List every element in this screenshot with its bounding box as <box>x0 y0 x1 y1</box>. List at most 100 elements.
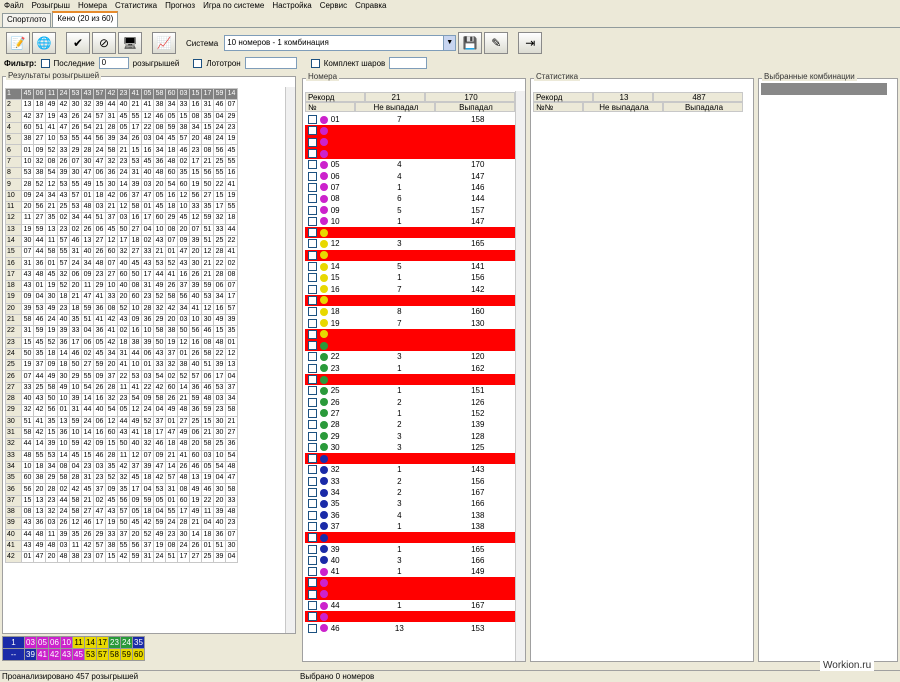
table-row[interactable]: 41 43 49 48 03 11 42 57 38 55 56 37 19 08 24 26 01 51 30 <box>5 539 238 553</box>
number-checkbox[interactable] <box>308 171 317 181</box>
table-row[interactable]: 9 28 52 12 53 55 49 15 30 14 39 03 20 54 60 19 50 22 41 <box>5 178 238 191</box>
table-row[interactable]: 12 11 27 35 02 34 44 51 37 03 16 17 60 29 45 12 59 32 18 <box>5 212 238 225</box>
list-item[interactable]: 43 0 170 <box>305 588 517 600</box>
number-checkbox[interactable] <box>308 273 317 283</box>
list-item[interactable]: 11 0 158 <box>305 227 517 239</box>
number-checkbox[interactable] <box>308 612 317 622</box>
number-checkbox[interactable] <box>308 126 317 136</box>
list-item[interactable]: 23 1 162 <box>305 363 517 374</box>
menu-item[interactable]: Справка <box>355 0 386 12</box>
table-row[interactable]: 33 48 55 53 14 45 15 46 28 11 12 07 09 21 41 60 03 10 54 <box>5 449 238 462</box>
table-row[interactable]: 8 53 38 54 39 30 47 06 36 24 31 40 48 60 35 15 56 55 16 <box>5 167 238 180</box>
number-checkbox[interactable] <box>308 250 317 260</box>
list-item[interactable]: 01 7 158 <box>305 114 517 125</box>
number-checkbox[interactable] <box>308 567 317 577</box>
balls-checkbox[interactable] <box>310 58 320 68</box>
list-item[interactable]: 31 0 142 <box>305 453 517 465</box>
number-checkbox[interactable] <box>308 544 317 554</box>
number-checkbox[interactable] <box>308 295 317 305</box>
table-row[interactable]: 24 50 35 18 14 46 02 45 34 31 44 06 43 37 01 26 58 22 12 <box>5 347 238 361</box>
stats-col-num[interactable]: №№ <box>533 102 583 112</box>
menu-item[interactable]: Сервис <box>320 0 347 12</box>
computer-icon[interactable]: 🖥 <box>118 32 142 54</box>
notepad-icon[interactable]: 📝 <box>6 32 30 54</box>
list-item[interactable]: 21 0 160 <box>305 340 517 352</box>
number-checkbox[interactable] <box>308 442 317 452</box>
list-item[interactable]: 09 5 157 <box>305 204 517 215</box>
list-item[interactable]: 40 3 166 <box>305 555 517 566</box>
number-checkbox[interactable] <box>308 601 317 611</box>
number-checkbox[interactable] <box>308 115 317 125</box>
table-row[interactable]: 22 31 59 19 39 33 04 36 41 02 16 10 58 38 50 56 46 15 35 <box>5 325 238 338</box>
list-item[interactable]: 04 0 166 <box>305 147 517 160</box>
stats-col-b[interactable]: Выпадала <box>663 102 743 112</box>
list-item[interactable]: 27 1 152 <box>305 408 517 419</box>
table-row[interactable]: 25 19 37 09 18 50 27 59 20 41 10 01 33 32 38 40 51 39 13 <box>5 359 238 372</box>
number-checkbox[interactable] <box>308 137 317 147</box>
list-item[interactable]: 25 1 151 <box>305 385 517 396</box>
table-row[interactable]: 10 09 24 34 43 57 01 18 42 06 37 47 05 16 12 56 27 15 19 <box>5 189 238 202</box>
list-item[interactable]: 19 7 130 <box>305 317 517 328</box>
number-checkbox[interactable] <box>308 454 317 464</box>
list-item[interactable]: 28 2 139 <box>305 419 517 430</box>
table-row[interactable]: 6 01 09 52 33 29 28 24 58 21 15 16 34 18 46 23 08 56 45 <box>5 144 238 157</box>
list-item[interactable]: 08 6 144 <box>305 193 517 204</box>
number-checkbox[interactable] <box>308 499 317 509</box>
col-a[interactable]: Не выпадал <box>355 102 435 112</box>
list-item[interactable]: 41 1 149 <box>305 566 517 577</box>
last-input[interactable]: 0 <box>98 57 129 69</box>
number-checkbox[interactable] <box>308 239 317 249</box>
number-checkbox[interactable] <box>308 589 317 599</box>
list-item[interactable]: 17 0 150 <box>305 294 517 307</box>
number-checkbox[interactable] <box>308 228 317 238</box>
list-item[interactable]: 33 2 156 <box>305 476 517 487</box>
number-checkbox[interactable] <box>308 307 317 317</box>
list-item[interactable]: 12 3 165 <box>305 238 517 249</box>
table-row[interactable]: 17 43 48 45 32 06 09 23 27 60 50 17 44 41 16 26 21 28 08 <box>5 268 238 282</box>
table-row[interactable]: 21 58 46 24 40 35 51 41 42 43 09 36 29 20 03 10 30 49 39 <box>5 313 238 327</box>
list-item[interactable]: 39 1 165 <box>305 543 517 554</box>
menu-item[interactable]: Настройка <box>272 0 311 12</box>
table-row[interactable]: 14 30 44 11 57 46 13 27 12 17 18 02 43 07 09 39 51 25 22 <box>5 234 238 248</box>
table-row[interactable]: 30 51 41 35 13 59 24 06 12 44 49 52 37 01 27 25 15 30 21 <box>5 415 238 428</box>
number-checkbox[interactable] <box>308 205 317 215</box>
table-row[interactable]: 29 32 42 56 01 31 44 40 54 05 12 24 04 49 48 36 59 23 58 <box>5 404 238 417</box>
number-checkbox[interactable] <box>308 623 317 633</box>
table-row[interactable]: 5 38 27 10 53 55 44 56 39 34 26 03 04 45 57 20 48 24 19 <box>5 133 238 146</box>
table-row[interactable]: 15 07 44 58 55 31 40 26 60 32 27 33 21 01 47 20 12 28 41 <box>5 246 238 259</box>
menu-item[interactable]: Файл <box>4 0 24 12</box>
table-row[interactable]: 16 31 36 01 57 24 34 48 07 40 45 43 53 52 43 30 21 22 02 <box>5 257 238 270</box>
number-checkbox[interactable] <box>308 465 317 475</box>
check-icon[interactable]: ✔ <box>66 32 90 54</box>
table-row[interactable]: 34 10 18 34 08 04 23 03 35 42 37 39 47 14 26 46 05 54 48 <box>5 460 238 474</box>
globe-icon[interactable]: 🌐 <box>32 32 56 54</box>
number-checkbox[interactable] <box>308 262 317 272</box>
table-row[interactable]: 40 44 48 11 39 35 26 29 33 37 20 52 49 23 30 14 18 36 07 <box>5 528 238 541</box>
number-checkbox[interactable] <box>308 386 317 396</box>
list-item[interactable]: 20 0 150 <box>305 328 517 340</box>
list-item[interactable]: 26 2 126 <box>305 397 517 408</box>
list-item[interactable]: 45 0 151 <box>305 611 517 623</box>
number-checkbox[interactable] <box>308 216 317 226</box>
number-checkbox[interactable] <box>308 578 317 588</box>
list-item[interactable]: 06 4 147 <box>305 171 517 182</box>
edit-icon[interactable]: ✎ <box>484 32 509 54</box>
list-item[interactable]: 32 1 143 <box>305 464 517 475</box>
number-checkbox[interactable] <box>308 363 317 373</box>
number-checkbox[interactable] <box>308 488 317 498</box>
col-b[interactable]: Выпадал <box>435 102 515 112</box>
number-checkbox[interactable] <box>308 318 317 328</box>
list-item[interactable]: 36 4 138 <box>305 510 517 521</box>
table-row[interactable]: 23 15 45 52 36 17 06 05 42 18 38 39 50 19 12 16 08 48 01 <box>5 336 238 349</box>
number-checkbox[interactable] <box>308 431 317 441</box>
number-checkbox[interactable] <box>308 341 317 351</box>
table-row[interactable]: 32 44 14 39 10 59 42 09 15 50 40 32 46 18 48 20 58 25 36 <box>5 438 238 451</box>
table-row[interactable]: 26 07 44 49 30 29 55 09 37 22 53 03 54 02 52 57 06 17 04 <box>5 370 238 383</box>
list-item[interactable]: 46 13 153 <box>305 623 517 634</box>
number-checkbox[interactable] <box>308 160 317 170</box>
number-checkbox[interactable] <box>308 521 317 531</box>
menu-item[interactable]: Статистика <box>115 0 157 12</box>
list-item[interactable]: 24 0 155 <box>305 373 517 386</box>
menu-item[interactable]: Игра по системе <box>203 0 264 12</box>
table-row[interactable]: 11 20 56 21 25 53 48 03 21 12 58 01 45 18 10 33 35 17 55 <box>5 200 238 214</box>
